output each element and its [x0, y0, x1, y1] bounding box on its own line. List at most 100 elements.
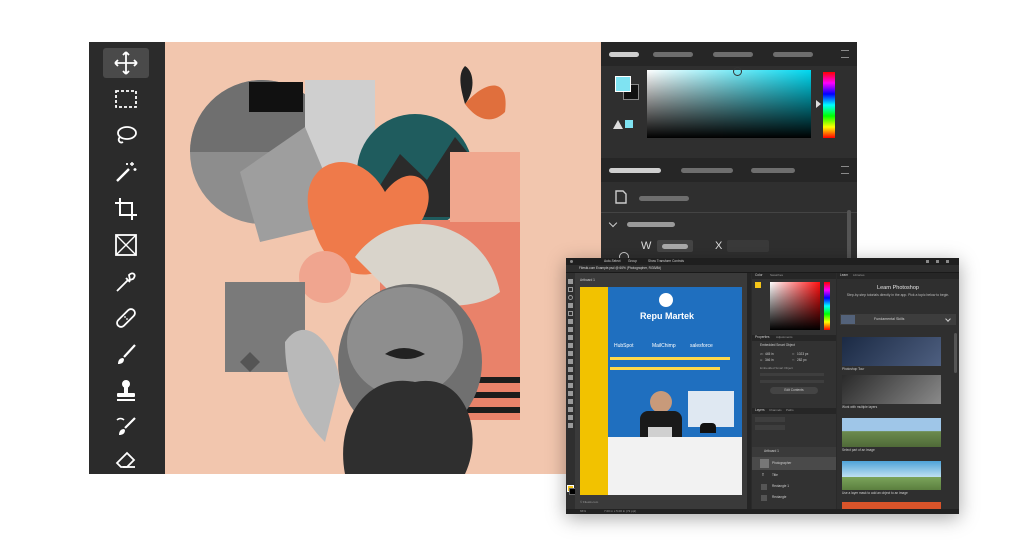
- w-field[interactable]: 445 in: [765, 352, 774, 356]
- tutorial-thumbnail[interactable]: [842, 418, 941, 447]
- zoom-level[interactable]: 66%: [580, 510, 586, 513]
- chevron-down-icon[interactable]: [945, 316, 951, 322]
- lasso-tool[interactable]: [103, 121, 149, 151]
- w-field[interactable]: [657, 240, 693, 252]
- type-tool-icon[interactable]: [568, 391, 573, 396]
- tab-swatches[interactable]: Swatches: [770, 274, 783, 277]
- crop-tool-icon[interactable]: [568, 311, 573, 316]
- eraser-tool[interactable]: [103, 444, 149, 474]
- crop-tool[interactable]: [103, 194, 149, 224]
- fundamental-skills-section[interactable]: Fundamental Skills: [840, 314, 956, 325]
- tab-color[interactable]: Color: [755, 273, 763, 277]
- clone-stamp-tool-icon[interactable]: [568, 351, 573, 356]
- menu-item[interactable]: Auto-Select: [604, 259, 620, 263]
- document-tab[interactable]: Filestk.com Example.psd @ 66% (Photograp…: [579, 266, 661, 270]
- move-tool-icon[interactable]: [568, 279, 573, 284]
- chevron-down-icon[interactable]: [608, 218, 618, 228]
- tab-paths[interactable]: Paths: [786, 409, 794, 412]
- menu-item[interactable]: Show Transform Controls: [648, 259, 684, 263]
- panel-menu-icon[interactable]: [841, 50, 849, 58]
- layer-filter-select[interactable]: [755, 417, 785, 422]
- x-field[interactable]: 1023 px: [797, 352, 808, 356]
- hue-slider[interactable]: [823, 72, 835, 138]
- shape-tool-icon[interactable]: [568, 407, 573, 412]
- frame-tool-icon[interactable]: [568, 319, 573, 324]
- layer-row[interactable]: T Title: [752, 470, 836, 481]
- brush-tool-icon[interactable]: [568, 343, 573, 348]
- marquee-tool-icon[interactable]: [568, 287, 573, 292]
- brush-tool[interactable]: [103, 340, 149, 370]
- search-icon[interactable]: [926, 260, 929, 263]
- tutorial-thumbnail[interactable]: [842, 502, 941, 509]
- settings-icon[interactable]: [946, 260, 949, 263]
- tab-adjustments[interactable]: [681, 168, 733, 173]
- tab-libraries[interactable]: Libraries: [853, 274, 865, 277]
- healing-brush-tool-icon[interactable]: [568, 335, 573, 340]
- tab-learn[interactable]: Learn: [840, 273, 848, 277]
- zoom-tool-icon[interactable]: [568, 423, 573, 428]
- y-field[interactable]: 282 px: [797, 358, 807, 362]
- panel-menu-icon[interactable]: [841, 166, 849, 174]
- eraser-tool-icon[interactable]: [568, 367, 573, 372]
- eyedropper-tool-icon[interactable]: [568, 327, 573, 332]
- path-selection-tool-icon[interactable]: [568, 399, 573, 404]
- healing-brush-tool[interactable]: [103, 303, 149, 333]
- tutorial-thumbnail[interactable]: [842, 461, 941, 490]
- tab-patterns[interactable]: [773, 52, 813, 57]
- history-brush-tool-icon[interactable]: [568, 359, 573, 364]
- document-canvas[interactable]: [165, 42, 601, 474]
- home-icon[interactable]: [570, 260, 573, 263]
- learn-scrollbar[interactable]: [954, 333, 957, 373]
- foreground-color-swatch[interactable]: [755, 282, 761, 288]
- canvas-scrollbar[interactable]: [747, 273, 751, 509]
- tutorial-thumbnail[interactable]: [842, 337, 941, 366]
- gamut-color-chip[interactable]: [625, 120, 633, 128]
- layer-row[interactable]: Artboard 1: [752, 447, 836, 457]
- edit-contents-button[interactable]: Edit Contents: [770, 387, 818, 394]
- layer-row-selected[interactable]: Photographer: [752, 457, 836, 470]
- lasso-tool-icon[interactable]: [568, 295, 573, 300]
- h-field[interactable]: 346 in: [765, 358, 774, 362]
- tab-gradients[interactable]: [713, 52, 753, 57]
- tab-libraries[interactable]: [751, 168, 795, 173]
- pen-tool-icon[interactable]: [568, 383, 573, 388]
- tab-adjustments[interactable]: Adjustments: [776, 336, 793, 339]
- x-field[interactable]: [727, 240, 769, 252]
- color-picker-field[interactable]: [770, 282, 820, 330]
- color-picker-field[interactable]: [647, 67, 811, 138]
- hue-slider[interactable]: [824, 282, 830, 330]
- hue-slider-handle[interactable]: [816, 100, 821, 108]
- layer-row[interactable]: Rectangle 1: [752, 481, 836, 492]
- tutorial-title[interactable]: Work with multiple layers: [842, 405, 877, 409]
- tutorial-title[interactable]: Photoshop Tour: [842, 367, 864, 371]
- magic-wand-tool[interactable]: [103, 157, 149, 187]
- layer-name: Rectangle 1: [772, 484, 790, 488]
- tutorial-title[interactable]: Select part of an image: [842, 448, 875, 452]
- tab-properties[interactable]: [609, 168, 661, 173]
- color-picker-cursor[interactable]: [733, 67, 742, 76]
- tab-properties[interactable]: Properties: [755, 335, 770, 339]
- blend-mode-select[interactable]: [755, 425, 785, 430]
- foreground-color-swatch[interactable]: [615, 76, 631, 92]
- frame-tool[interactable]: [103, 230, 149, 260]
- hand-tool-icon[interactable]: [568, 415, 573, 420]
- history-brush-tool[interactable]: [103, 412, 149, 442]
- move-tool[interactable]: [103, 48, 149, 78]
- clone-stamp-tool[interactable]: [103, 376, 149, 406]
- menu-item[interactable]: Group: [628, 259, 637, 263]
- gradient-tool-icon[interactable]: [568, 375, 573, 380]
- layer-name: Rectangle: [772, 495, 787, 499]
- layer-row[interactable]: Rectangle: [752, 492, 836, 503]
- tab-layers[interactable]: Layers: [755, 408, 765, 412]
- artboard-image[interactable]: Repu Martek HubSpot MailChimp salesforce: [580, 287, 742, 495]
- tutorial-thumbnail[interactable]: [842, 375, 941, 404]
- tab-color[interactable]: [609, 52, 639, 57]
- share-icon[interactable]: [936, 260, 939, 263]
- marquee-tool[interactable]: [103, 84, 149, 114]
- tab-channels[interactable]: Channels: [769, 409, 782, 412]
- layer-thumbnail: [760, 459, 769, 468]
- magic-wand-tool-icon[interactable]: [568, 303, 573, 308]
- tutorial-title[interactable]: Use a layer mask to add an object to an …: [842, 491, 908, 495]
- tab-swatches[interactable]: [653, 52, 693, 57]
- eyedropper-tool[interactable]: [103, 267, 149, 297]
